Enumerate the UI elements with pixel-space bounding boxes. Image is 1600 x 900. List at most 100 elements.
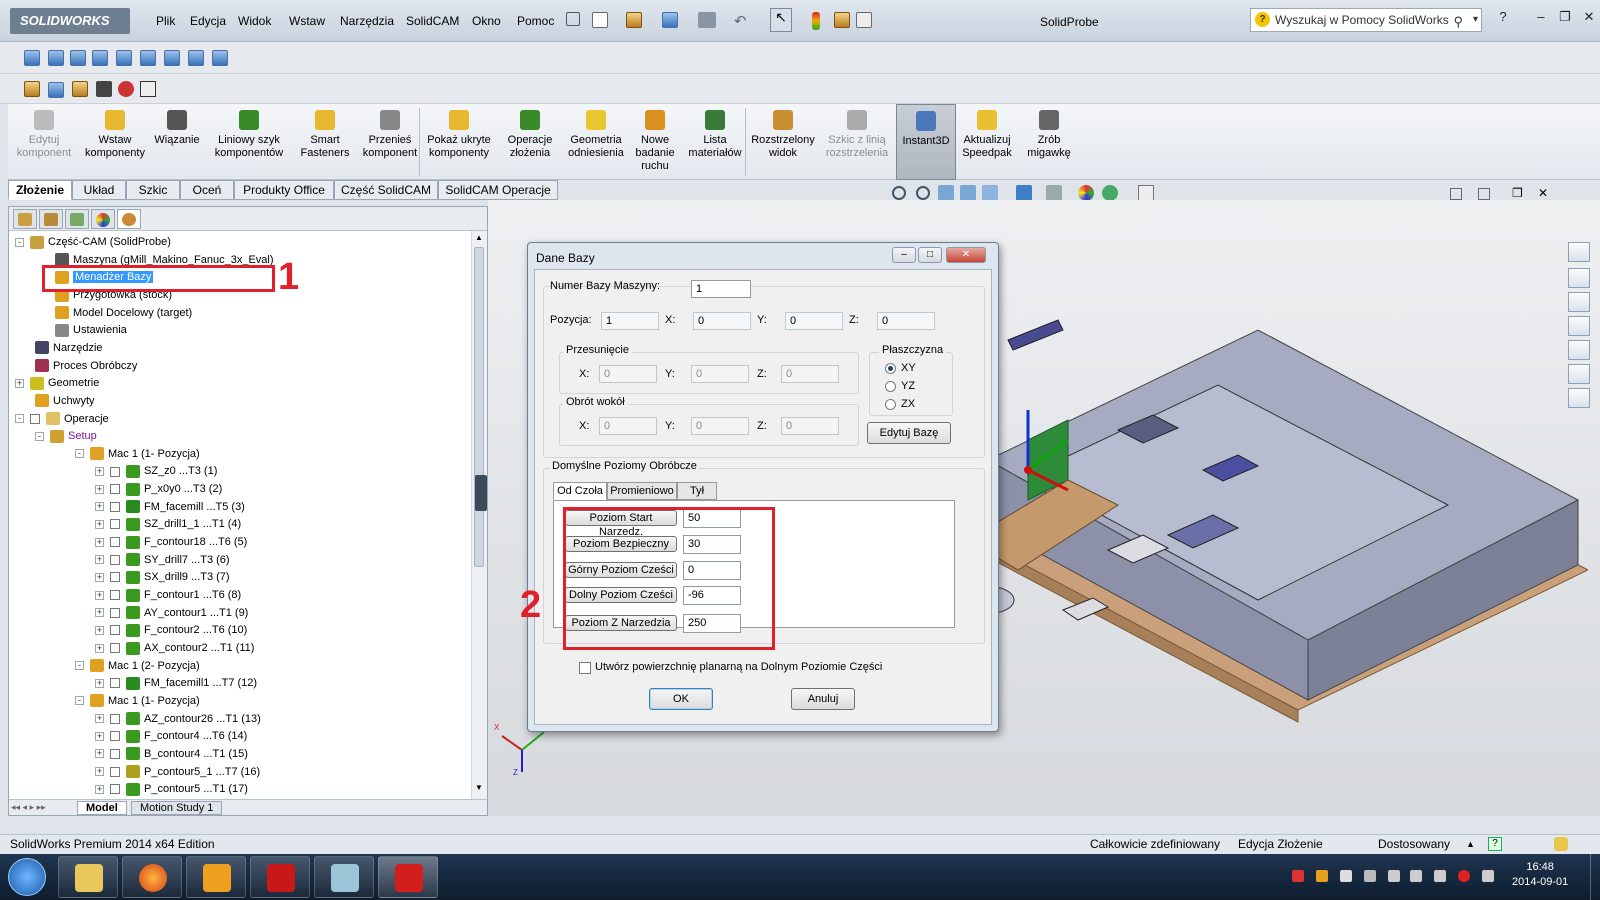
tree-item[interactable]: + AY_contour1 ...T1 (9) [95,604,248,622]
display-manager-tab[interactable] [91,209,115,229]
magnifier-icon[interactable]: ⚲ [1453,11,1463,33]
tree-item[interactable]: Ustawienia [55,321,127,339]
tree-item-checkbox[interactable] [110,784,120,795]
expand-icon[interactable]: + [95,502,104,512]
tree-item[interactable]: + F_contour4 ...T6 (14) [95,727,247,745]
plane-xy-radio[interactable] [885,363,896,374]
viewport-split-icon[interactable] [1450,188,1462,200]
cmd-button-8[interactable]: Geometria odniesienia [564,104,628,180]
tree-item[interactable]: - Mac 1 (1- Pozycja) [75,692,200,710]
save-icon[interactable] [662,12,678,28]
taskbar-solidcam[interactable] [186,856,246,898]
tree-item[interactable]: + SY_drill7 ...T3 (6) [95,551,230,569]
tab-tyl[interactable]: Tył [677,482,717,500]
tree-item[interactable]: + AZ_contour26 ...T1 (13) [95,710,261,728]
machine-base-field[interactable]: 1 [691,280,751,298]
edit-base-button[interactable]: Edytuj Bazę [867,422,951,444]
tab-szkic[interactable]: Szkic [126,180,180,200]
tree-item[interactable]: - Operacje [15,410,109,428]
menu-pomoc[interactable]: Pomoc [517,14,554,28]
collapse-icon[interactable]: - [15,414,24,424]
menu-edycja[interactable]: Edycja [190,14,226,28]
tree-item[interactable]: + SZ_z0 ...T3 (1) [95,462,217,480]
expand-icon[interactable]: + [95,643,104,653]
taskbar-clock[interactable]: 16:48 2014-09-01 [1512,860,1568,890]
cancel-button[interactable]: Anuluj [791,688,855,710]
menu-plik[interactable]: Plik [156,14,175,28]
expand-icon[interactable]: + [95,590,104,600]
tab-czesc-solidcam[interactable]: Część SolidCAM [334,180,438,200]
taskbar-firefox[interactable] [122,856,182,898]
plane-yz-radio[interactable] [885,381,896,392]
tree-item[interactable]: Model Docelowy (target) [55,304,192,322]
tool-5-icon[interactable] [118,81,134,97]
tab-solidcam-operacje[interactable]: SolidCAM Operacje [438,180,558,200]
view-front-icon[interactable] [24,50,40,66]
tray-icon-5[interactable] [1388,870,1400,882]
collapse-icon[interactable]: - [75,449,84,459]
tree-item[interactable]: + F_contour1 ...T6 (8) [95,586,241,604]
tab-zlozenie[interactable]: Złożenie [8,180,72,200]
task-pane-custom-props-icon[interactable] [1568,388,1590,408]
menu-narzedzia[interactable]: Narzędzia [340,14,394,28]
expand-icon[interactable]: + [95,749,104,759]
cmd-button-10[interactable]: Lista materiałów [684,104,746,180]
menu-widok[interactable]: Widok [238,14,271,28]
tree-item[interactable]: + F_contour18 ...T6 (5) [95,533,247,551]
tree-item-checkbox[interactable] [110,554,120,565]
select-cursor-icon[interactable]: ↖ [770,8,792,32]
tree-item-checkbox[interactable] [110,466,120,477]
ok-button[interactable]: OK [649,688,713,710]
view-orientation-icon[interactable] [1016,185,1032,201]
tree-item-checkbox[interactable] [110,607,120,618]
view-settings-icon[interactable] [1138,185,1154,201]
tray-icon-2[interactable] [1316,870,1328,882]
cmd-button-0[interactable]: Edytuj komponent [8,104,80,180]
tool-4-icon[interactable] [96,81,112,97]
help-search-input[interactable]: ? Wyszukaj w Pomocy SolidWorks ⚲ ▾ [1250,8,1482,32]
view-left-icon[interactable] [70,50,86,66]
tray-bluetooth-icon[interactable] [1364,870,1376,882]
tree-item[interactable]: - Setup [35,427,97,445]
open-folder-icon[interactable] [626,12,642,28]
tree-item[interactable]: - Część-CAM (SolidProbe) [15,233,171,251]
expand-icon[interactable]: + [95,678,104,688]
restore-icon[interactable]: ❐ [1554,8,1576,26]
tree-item-checkbox[interactable] [30,413,40,424]
tray-icon-1[interactable] [1292,870,1304,882]
expand-icon[interactable]: + [95,519,104,529]
tab-produkty-office[interactable]: Produkty Office [234,180,334,200]
solidcam-manager-tab[interactable] [117,209,141,229]
tree-item[interactable]: - Mac 1 (1- Pozycja) [75,445,200,463]
cmd-button-2[interactable]: Wiązanie [148,104,206,180]
rebuild-traffic-light-icon[interactable] [812,12,820,30]
zoom-to-fit-icon[interactable] [892,186,906,200]
close-icon[interactable]: ✕ [1578,8,1600,26]
tree-item[interactable]: + FM_facemill ...T5 (3) [95,498,245,516]
cmd-button-3[interactable]: Liniowy szyk komponentów [208,104,290,180]
viewport-link-icon[interactable] [1478,188,1490,200]
shift-z-field[interactable]: 0 [781,365,839,383]
tree-item[interactable]: Proces Obróbczy [35,357,137,375]
tab-model[interactable]: Model [77,801,127,815]
tree-item[interactable]: + AX_contour2 ...T1 (11) [95,639,254,657]
wrench-icon[interactable] [48,82,64,98]
tree-item[interactable]: + P_contour5 ...T1 (17) [95,780,248,798]
tray-icon-6[interactable] [1410,870,1422,882]
tab-motion-study[interactable]: Motion Study 1 [131,801,223,815]
cmd-button-13[interactable]: Instant3D [896,104,956,180]
plane-zx-radio[interactable] [885,399,896,410]
rot-x-field[interactable]: 0 [599,417,657,435]
taskbar-explorer[interactable] [58,856,118,898]
tray-network-icon[interactable] [1434,870,1446,882]
expand-icon[interactable]: + [15,378,24,388]
tree-item-checkbox[interactable] [110,484,120,495]
help-question-icon[interactable]: ? [1492,8,1514,26]
cmd-button-7[interactable]: Operacje złożenia [498,104,562,180]
tab-promieniowo[interactable]: Promieniowo [607,482,677,500]
chevron-down-icon[interactable]: ▾ [1473,9,1478,31]
tree-item[interactable]: + FM_facemill1 ...T7 (12) [95,674,257,692]
tree-item-checkbox[interactable] [110,501,120,512]
tree-item[interactable]: + SX_drill9 ...T3 (7) [95,568,230,586]
viewport-restore-icon[interactable]: ❐ [1512,186,1523,200]
